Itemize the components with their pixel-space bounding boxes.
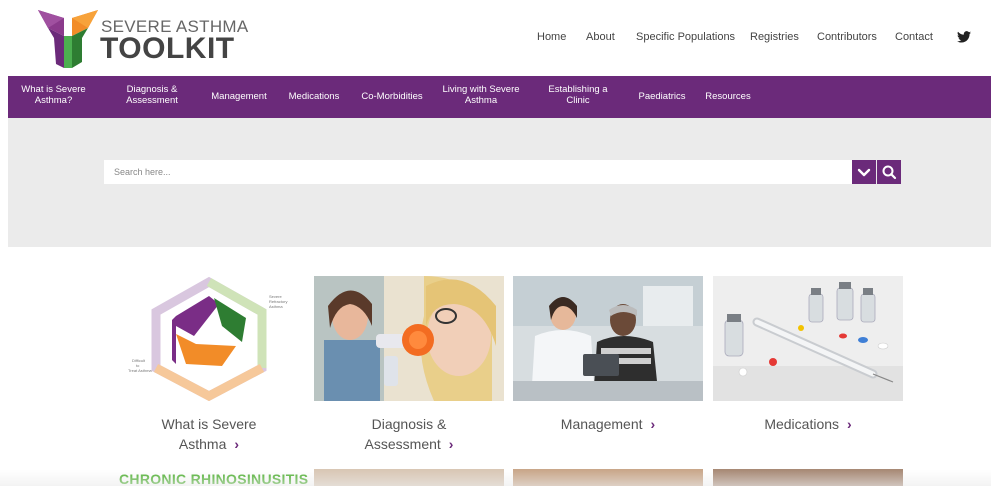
topnav-home[interactable]: Home (537, 31, 566, 43)
nav-label: Co-Morbidities (361, 91, 423, 102)
card-medications-title[interactable]: Medications › (713, 414, 903, 434)
row2-card-image[interactable] (713, 469, 903, 486)
card-title-line2: Assessment › (314, 434, 504, 454)
nav-label: Living with Severe Asthma (442, 84, 520, 106)
card-title-text: Asthma (178, 436, 227, 452)
chevron-right-icon: › (650, 416, 656, 432)
nav-what-is-severe-asthma[interactable]: What is Severe Asthma? (16, 84, 91, 106)
topnav-about[interactable]: About (586, 31, 615, 43)
nav-co-morbidities[interactable]: Co-Morbidities (354, 91, 430, 102)
card-title-line1: Diagnosis & (371, 416, 447, 432)
nav-label: Establishing a Clinic (548, 84, 608, 106)
nav-label: Diagnosis & Assessment (126, 84, 178, 106)
nav-diagnosis-assessment[interactable]: Diagnosis & Assessment (112, 84, 192, 106)
topnav-registries[interactable]: Registries (750, 31, 799, 43)
search-input[interactable] (104, 160, 852, 184)
row2-card-image[interactable] (513, 469, 703, 486)
chevron-down-icon (857, 168, 871, 177)
svg-text:Asthma: Asthma (269, 304, 283, 309)
card-medications-image[interactable] (713, 276, 903, 401)
card-management-title[interactable]: Management › (513, 414, 703, 434)
page-root: SEVERE ASTHMA TOOLKIT Home About Specifi… (0, 0, 991, 486)
card-title-text: Assessment (364, 436, 441, 452)
card-title-line1: What is Severe (161, 416, 257, 432)
card-title-line2: Asthma › (114, 434, 304, 454)
row2-card-image[interactable] (314, 469, 504, 486)
topnav-specific-populations[interactable]: Specific Populations (636, 31, 735, 43)
brand-line2: TOOLKIT (100, 32, 235, 65)
card-what-is-severe-asthma-title[interactable]: What is Severe Asthma › (114, 414, 304, 454)
toolkit-logo-icon[interactable] (36, 8, 100, 70)
chronic-rhinosinusitis-heading[interactable]: CHRONIC RHINOSINUSITIS (119, 471, 308, 486)
card-title-text: Medications (764, 416, 840, 432)
nav-label: Medications (288, 91, 340, 102)
nav-resources[interactable]: Resources (700, 91, 756, 102)
nav-label: Paediatrics (638, 91, 686, 102)
search-icon (882, 165, 897, 180)
twitter-icon[interactable] (957, 31, 971, 43)
card-what-is-severe-asthma-image[interactable]: Severe Refractory Asthma Difficult to Tr… (114, 276, 304, 401)
spirometry-test-photo (314, 276, 504, 401)
card-diagnosis-image[interactable] (314, 276, 504, 401)
topnav-contributors[interactable]: Contributors (817, 31, 877, 43)
vials-syringe-pills-photo (713, 276, 903, 401)
severe-asthma-hexagon-diagram: Severe Refractory Asthma Difficult to Tr… (128, 276, 287, 401)
nav-label: Management (211, 91, 267, 102)
nav-label: What is Severe Asthma? (21, 84, 86, 106)
chevron-right-icon: › (448, 436, 454, 452)
nav-living-with-severe-asthma[interactable]: Living with Severe Asthma (436, 84, 526, 106)
nav-establishing-a-clinic[interactable]: Establishing a Clinic (538, 84, 618, 106)
nav-management[interactable]: Management (204, 91, 274, 102)
nav-medications[interactable]: Medications (282, 91, 346, 102)
topnav-contact[interactable]: Contact (895, 31, 933, 43)
nav-label: Resources (705, 91, 751, 102)
chevron-right-icon: › (234, 436, 240, 452)
card-diagnosis-title[interactable]: Diagnosis & Assessment › (314, 414, 504, 454)
svg-text:Treat Asthma: Treat Asthma (128, 368, 152, 373)
doctor-patient-tablet-photo (513, 276, 703, 401)
search-submit-button[interactable] (877, 160, 901, 184)
search-filter-dropdown-button[interactable] (852, 160, 876, 184)
nav-paediatrics[interactable]: Paediatrics (632, 91, 692, 102)
site-header: SEVERE ASTHMA TOOLKIT Home About Specifi… (0, 0, 991, 76)
main-navigation: What is Severe Asthma? Diagnosis & Asses… (8, 76, 991, 118)
chevron-right-icon: › (847, 416, 852, 432)
card-management-image[interactable] (513, 276, 703, 401)
card-title-text: Management (560, 416, 643, 432)
